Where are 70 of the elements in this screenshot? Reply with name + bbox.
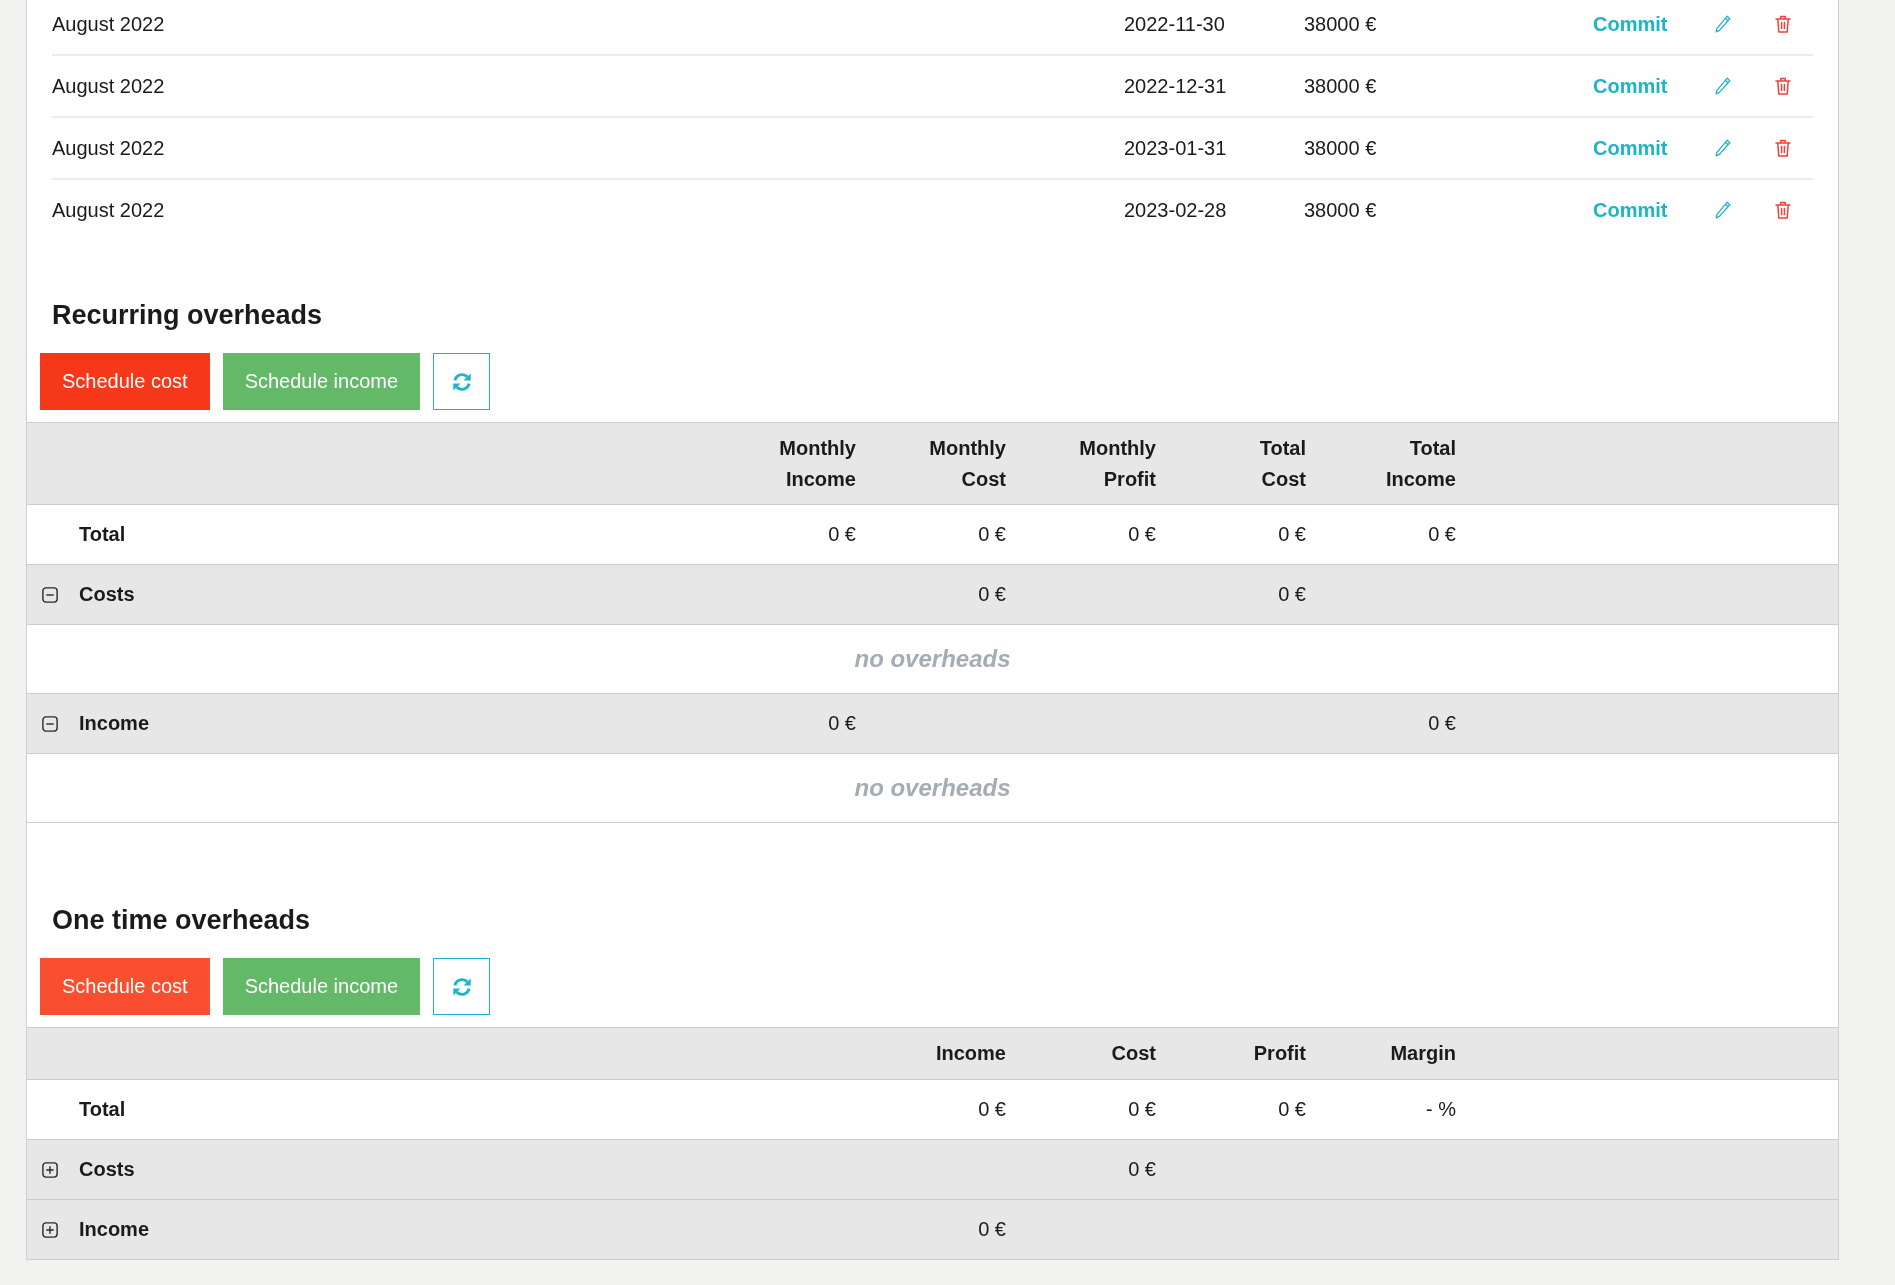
row-label: Costs — [79, 1158, 135, 1181]
column-header: Monthly Cost — [928, 435, 1006, 492]
table-cell: August 2022 — [52, 198, 165, 222]
minus-square-icon[interactable] — [42, 586, 58, 603]
column-header: Monthly Income — [778, 435, 856, 492]
column-header: Cost — [1111, 1041, 1156, 1066]
table-cell: August 2022 — [52, 12, 165, 36]
table-cell: 38000 € — [1304, 198, 1377, 222]
table-cell: August 2022 — [52, 136, 165, 160]
table-cell: 0 € — [1278, 583, 1306, 605]
pencil-icon[interactable] — [1715, 15, 1731, 33]
table-cell: 0 € — [1428, 712, 1456, 734]
row-label: Income — [79, 1218, 150, 1241]
empty-message: no overheads — [854, 774, 1011, 802]
section-title: One time overheads — [52, 904, 311, 936]
table-cell: - % — [1426, 1098, 1456, 1120]
table-cell: 0 € — [1128, 1158, 1156, 1180]
commit-link[interactable]: Commit — [1593, 74, 1668, 98]
minus-square-icon[interactable] — [42, 715, 58, 732]
plus-square-icon[interactable] — [42, 1161, 58, 1178]
table-cell: 0 € — [1128, 1098, 1156, 1120]
table-cell: 2022-12-31 — [1124, 74, 1227, 98]
commit-link[interactable]: Commit — [1593, 198, 1668, 222]
refresh-icon — [450, 975, 473, 998]
commit-link[interactable]: Commit — [1593, 12, 1668, 36]
table-cell: 0 € — [1428, 523, 1456, 545]
column-header: Total Cost — [1258, 435, 1306, 492]
refresh-button[interactable] — [433, 958, 491, 1015]
schedule-cost-button[interactable]: Schedule cost — [40, 958, 210, 1015]
table-cell: 38000 € — [1304, 12, 1377, 36]
trash-icon[interactable] — [1775, 201, 1791, 219]
table-cell: 0 € — [978, 583, 1006, 605]
schedule-income-button[interactable]: Schedule income — [222, 958, 421, 1015]
trash-icon[interactable] — [1775, 15, 1791, 33]
row-label: Income — [79, 712, 150, 735]
plus-square-icon[interactable] — [42, 1221, 58, 1238]
trash-icon[interactable] — [1775, 77, 1791, 95]
pencil-icon[interactable] — [1715, 201, 1731, 219]
table-cell: 38000 € — [1304, 136, 1377, 160]
column-header: Profit — [1253, 1041, 1306, 1066]
trash-icon[interactable] — [1775, 139, 1791, 157]
row-label: Total — [79, 1098, 126, 1121]
column-header: Income — [935, 1041, 1006, 1066]
table-cell: 0 € — [978, 1218, 1006, 1240]
table-cell: 2023-02-28 — [1124, 198, 1227, 222]
table-cell: 0 € — [1128, 523, 1156, 545]
refresh-icon — [450, 370, 473, 393]
table-cell: 0 € — [978, 1098, 1006, 1120]
column-header: Monthly Profit — [1078, 435, 1156, 492]
table-cell: 0 € — [978, 523, 1006, 545]
pencil-icon[interactable] — [1715, 77, 1731, 95]
row-label: Costs — [79, 583, 135, 606]
schedule-income-button[interactable]: Schedule income — [222, 353, 421, 410]
table-cell: 0 € — [828, 712, 856, 734]
row-label: Total — [79, 523, 126, 546]
table-cell: 38000 € — [1304, 74, 1377, 98]
column-header: Margin — [1390, 1041, 1456, 1066]
refresh-button[interactable] — [433, 353, 491, 410]
table-cell: 0 € — [1278, 523, 1306, 545]
empty-message: no overheads — [854, 645, 1011, 673]
table-cell: 0 € — [1278, 1098, 1306, 1120]
table-cell: 2022-11-30 — [1124, 12, 1225, 36]
table-cell: 0 € — [828, 523, 856, 545]
commit-link[interactable]: Commit — [1593, 136, 1668, 160]
column-header: Total Income — [1384, 435, 1456, 492]
pencil-icon[interactable] — [1715, 139, 1731, 157]
table-cell: August 2022 — [52, 74, 165, 98]
table-cell: 2023-01-31 — [1124, 136, 1227, 160]
schedule-cost-button[interactable]: Schedule cost — [40, 353, 210, 410]
section-title: Recurring overheads — [52, 299, 323, 331]
